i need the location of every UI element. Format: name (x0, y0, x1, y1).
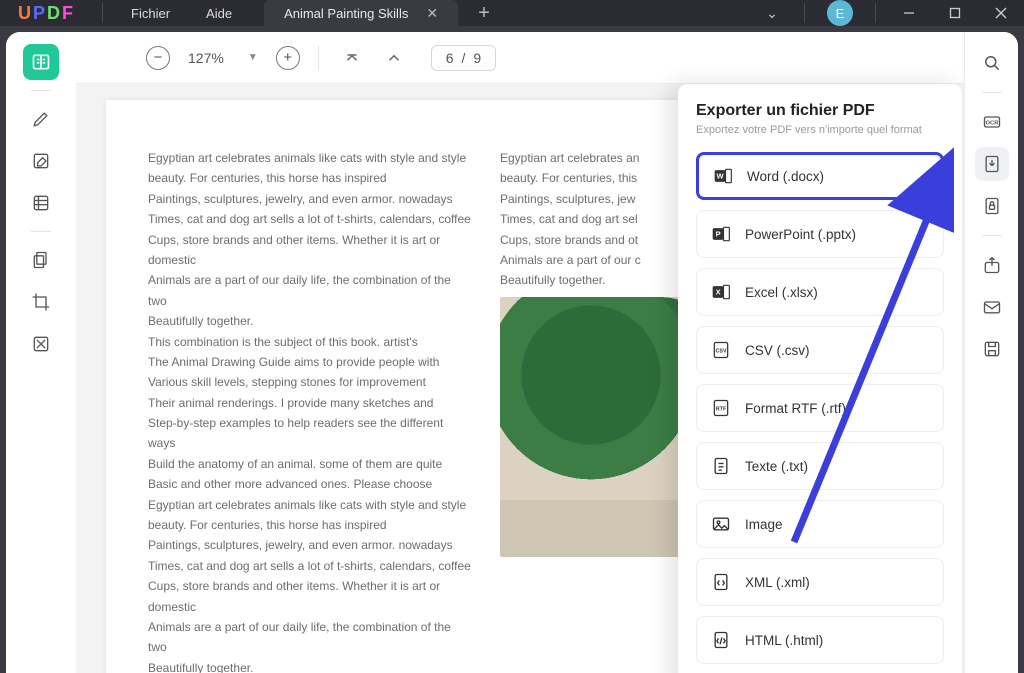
reader-mode-button[interactable] (23, 44, 59, 80)
separator (804, 3, 805, 23)
separator (875, 3, 876, 23)
html-icon (711, 630, 731, 650)
zoom-in-button[interactable]: + (276, 46, 300, 70)
content-area: − 127% ▼ + 6 / 9 Egyptian art celebrates… (0, 26, 1024, 673)
window-maximize-button[interactable] (932, 0, 978, 26)
zoom-dropdown[interactable]: ▼ (242, 52, 264, 63)
image-icon (711, 514, 731, 534)
save-button[interactable] (975, 332, 1009, 366)
total-pages: 9 (473, 50, 481, 66)
pages-button[interactable] (23, 242, 59, 278)
window-close-button[interactable] (978, 0, 1024, 26)
rtf-icon: RTF (711, 398, 731, 418)
text-icon (711, 456, 731, 476)
svg-text:OCR: OCR (985, 121, 999, 127)
current-page: 6 (446, 50, 454, 66)
menu-help[interactable]: Aide (188, 0, 250, 26)
ocr-button[interactable]: OCR (975, 105, 1009, 139)
app-logo: UPDF (0, 3, 92, 24)
organize-button[interactable] (23, 185, 59, 221)
right-toolbar: OCR (964, 32, 1018, 673)
xml-icon (711, 572, 731, 592)
export-option-text[interactable]: Texte (.txt) (696, 442, 944, 490)
powerpoint-icon: P (711, 224, 731, 244)
share-button[interactable] (975, 248, 1009, 282)
window-minimize-button[interactable] (886, 0, 932, 26)
avatar[interactable]: E (827, 0, 853, 26)
export-option-rtf[interactable]: RTF Format RTF (.rtf) (696, 384, 944, 432)
page-indicator[interactable]: 6 / 9 (431, 45, 496, 71)
svg-text:RTF: RTF (716, 407, 727, 413)
word-icon: W (713, 166, 733, 186)
main-stage: − 127% ▼ + 6 / 9 Egyptian art celebrates… (6, 32, 1018, 673)
export-option-excel[interactable]: X Excel (.xlsx) (696, 268, 944, 316)
svg-text:CSV: CSV (715, 349, 727, 355)
zoom-out-button[interactable]: − (146, 46, 170, 70)
titlebar: UPDF Fichier Aide Animal Painting Skills… (0, 0, 1024, 26)
panel-subtitle: Exportez votre PDF vers n'importe quel f… (696, 124, 944, 136)
zoom-value: 127% (182, 50, 230, 66)
email-button[interactable] (975, 290, 1009, 324)
export-option-powerpoint[interactable]: P PowerPoint (.pptx) (696, 210, 944, 258)
excel-icon: X (711, 282, 731, 302)
redact-button[interactable] (23, 326, 59, 362)
document-tab[interactable]: Animal Painting Skills ✕ (264, 0, 458, 26)
tab-title: Animal Painting Skills (284, 6, 408, 21)
annotate-button[interactable] (23, 101, 59, 137)
new-tab-button[interactable]: + (458, 2, 510, 25)
close-icon[interactable]: ✕ (426, 5, 438, 22)
left-toolbar (6, 32, 76, 673)
top-toolbar: − 127% ▼ + 6 / 9 (6, 32, 1018, 84)
first-page-button[interactable] (337, 43, 367, 73)
protect-button[interactable] (975, 189, 1009, 223)
chevron-down-icon[interactable]: ⌄ (750, 5, 794, 22)
separator (102, 3, 103, 23)
export-option-word[interactable]: W Word (.docx) (696, 152, 944, 200)
export-option-csv[interactable]: CSV CSV (.csv) (696, 326, 944, 374)
text-column-left: Egyptian art celebrates animals like cat… (148, 148, 472, 673)
panel-title: Exporter un fichier PDF (696, 102, 944, 120)
svg-text:W: W (717, 172, 725, 181)
edit-text-button[interactable] (23, 143, 59, 179)
crop-button[interactable] (23, 284, 59, 320)
export-option-image[interactable]: Image (696, 500, 944, 548)
svg-text:X: X (716, 288, 721, 297)
export-panel: Exporter un fichier PDF Exportez votre P… (678, 84, 962, 673)
export-option-xml[interactable]: XML (.xml) (696, 558, 944, 606)
svg-text:P: P (716, 230, 721, 239)
csv-icon: CSV (711, 340, 731, 360)
search-button[interactable] (975, 46, 1009, 80)
menu-file[interactable]: Fichier (113, 0, 188, 26)
export-option-html[interactable]: HTML (.html) (696, 616, 944, 664)
export-button[interactable] (975, 147, 1009, 181)
prev-page-button[interactable] (379, 43, 409, 73)
